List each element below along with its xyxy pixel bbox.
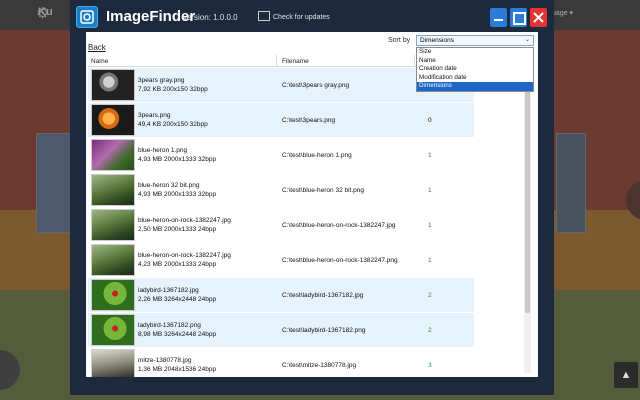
file-name: blue-heron 1.png bbox=[138, 147, 188, 154]
close-icon bbox=[533, 12, 544, 23]
app-version: Version: 1.0.0.0 bbox=[182, 13, 238, 22]
file-path: C:\test\3pears gray.png bbox=[282, 82, 350, 89]
imagefinder-window: ImageFinder Version: 1.0.0.0 Check for u… bbox=[70, 0, 554, 395]
duplicate-group: 1 bbox=[428, 187, 432, 194]
table-row[interactable]: mitze-1380778.jpg 1,36 MB 2048x1536 24bpp… bbox=[88, 348, 474, 377]
close-button[interactable] bbox=[530, 8, 547, 27]
duplicate-group: 3 bbox=[428, 362, 432, 369]
file-path: C:\test\3pears.png bbox=[282, 117, 336, 124]
duplicate-group: 1 bbox=[428, 257, 432, 264]
update-icon[interactable] bbox=[258, 11, 270, 21]
column-separator[interactable] bbox=[276, 55, 277, 67]
file-path: C:\test\blue-heron 32 bit.png bbox=[282, 187, 365, 194]
file-name: ladybird-1367182.jpg bbox=[138, 287, 199, 294]
background-screenshot-right bbox=[556, 133, 586, 233]
maximize-button[interactable] bbox=[510, 8, 527, 27]
sort-option-dimensions[interactable]: Dimensions bbox=[417, 82, 533, 91]
file-path: C:\test\mitze-1380778.jpg bbox=[282, 362, 357, 369]
duplicate-group: 1 bbox=[428, 222, 432, 229]
image-thumbnail bbox=[91, 279, 135, 311]
image-thumbnail bbox=[91, 104, 135, 136]
sort-option-creation-date[interactable]: Creation date bbox=[417, 65, 533, 74]
caret-up-icon: ▲ bbox=[620, 369, 632, 381]
sort-option-modification-date[interactable]: Modification date bbox=[417, 74, 533, 83]
file-path: C:\test\ladybird-1367182.png bbox=[282, 327, 366, 334]
table-row[interactable]: 3pears.png 49,4 KB 200x150 32bpp C:\test\3… bbox=[88, 103, 474, 137]
file-details: 4,93 MB 2000x1333 32bpp bbox=[138, 156, 217, 163]
image-thumbnail bbox=[91, 349, 135, 377]
file-name: mitze-1380778.jpg bbox=[138, 357, 192, 364]
file-path: C:\test\blue-heron 1.png bbox=[282, 152, 352, 159]
image-thumbnail bbox=[91, 69, 135, 101]
duplicate-group: 2 bbox=[428, 327, 432, 334]
duplicate-group: 0 bbox=[428, 117, 432, 124]
table-row[interactable]: ladybird-1367182.jpg 2,26 MB 3264x2448 24… bbox=[88, 278, 474, 312]
file-path: C:\test\blue-heron-on-rock-1382247.png bbox=[282, 257, 398, 264]
duplicate-group: 1 bbox=[428, 152, 432, 159]
sort-by-label: Sort by bbox=[388, 37, 411, 44]
file-details: 7,92 KB 200x150 32bpp bbox=[138, 86, 208, 93]
app-logo-icon bbox=[76, 6, 98, 28]
table-row[interactable]: blue-heron-on-rock-1382247.jpg 2,50 MB 20… bbox=[88, 208, 474, 242]
chevron-down-icon: ⌄ bbox=[524, 37, 530, 43]
title-bar: ImageFinder Version: 1.0.0.0 Check for u… bbox=[70, 0, 554, 34]
file-details: 4,23 MB 2000x1333 24bpp bbox=[138, 261, 217, 268]
table-row[interactable]: ladybird-1367182.png 8,98 MB 3264x2448 24… bbox=[88, 313, 474, 347]
file-name: blue-heron-on-rock-1382247.jpg bbox=[138, 252, 231, 259]
scrollbar-thumb[interactable] bbox=[525, 68, 530, 313]
background-screenshot-left bbox=[36, 133, 72, 233]
image-thumbnail bbox=[91, 174, 135, 206]
column-header-filename[interactable]: Filename bbox=[282, 58, 309, 65]
table-row[interactable]: blue-heron 1.png 4,93 MB 2000x1333 32bpp C… bbox=[88, 138, 474, 172]
vertical-scrollbar[interactable] bbox=[524, 68, 531, 373]
table-row[interactable]: blue-heron 32 bit.png 4,93 MB 2000x1333 3… bbox=[88, 173, 474, 207]
file-details: 49,4 KB 200x150 32bpp bbox=[138, 121, 208, 128]
file-name: 3pears gray.png bbox=[138, 77, 185, 84]
column-header-name[interactable]: Name bbox=[91, 58, 108, 65]
back-link[interactable]: Back bbox=[88, 43, 106, 52]
background-logo: Ku bbox=[38, 6, 53, 18]
sort-option-size[interactable]: Size bbox=[417, 48, 533, 57]
results-panel: Back Sort by Dimensions ⌄ Size Name Crea… bbox=[86, 32, 538, 377]
file-name: 3pears.png bbox=[138, 112, 171, 119]
minimize-button[interactable] bbox=[490, 8, 507, 27]
image-thumbnail bbox=[91, 244, 135, 276]
sort-option-name[interactable]: Name bbox=[417, 57, 533, 66]
file-details: 8,98 MB 3264x2448 24bpp bbox=[138, 331, 217, 338]
file-details: 2,50 MB 2000x1333 24bpp bbox=[138, 226, 217, 233]
file-details: 1,36 MB 2048x1536 24bpp bbox=[138, 366, 217, 373]
check-updates-link[interactable]: Check for updates bbox=[273, 14, 330, 21]
table-row[interactable]: blue-heron-on-rock-1382247.jpg 4,23 MB 20… bbox=[88, 243, 474, 277]
file-name: ladybird-1367182.png bbox=[138, 322, 201, 329]
sort-by-select[interactable]: Dimensions ⌄ bbox=[416, 35, 534, 46]
image-thumbnail bbox=[91, 139, 135, 171]
sort-by-dropdown: Size Name Creation date Modification dat… bbox=[416, 47, 534, 92]
image-thumbnail bbox=[91, 314, 135, 346]
file-details: 4,93 MB 2000x1333 32bpp bbox=[138, 191, 217, 198]
file-path: C:\test\blue-heron-on-rock-1382247.jpg bbox=[282, 222, 396, 229]
sort-by-value: Dimensions bbox=[420, 37, 454, 44]
file-name: blue-heron-on-rock-1382247.jpg bbox=[138, 217, 231, 224]
column-separator[interactable] bbox=[414, 55, 415, 67]
image-thumbnail bbox=[91, 209, 135, 241]
file-path: C:\test\ladybird-1367182.jpg bbox=[282, 292, 364, 299]
file-name: blue-heron 32 bit.png bbox=[138, 182, 200, 189]
file-details: 2,26 MB 3264x2448 24bpp bbox=[138, 296, 217, 303]
duplicate-group: 2 bbox=[428, 292, 432, 299]
background-language-menu: uage ▾ bbox=[552, 10, 574, 17]
scroll-to-top-button[interactable]: ▲ bbox=[614, 362, 638, 388]
